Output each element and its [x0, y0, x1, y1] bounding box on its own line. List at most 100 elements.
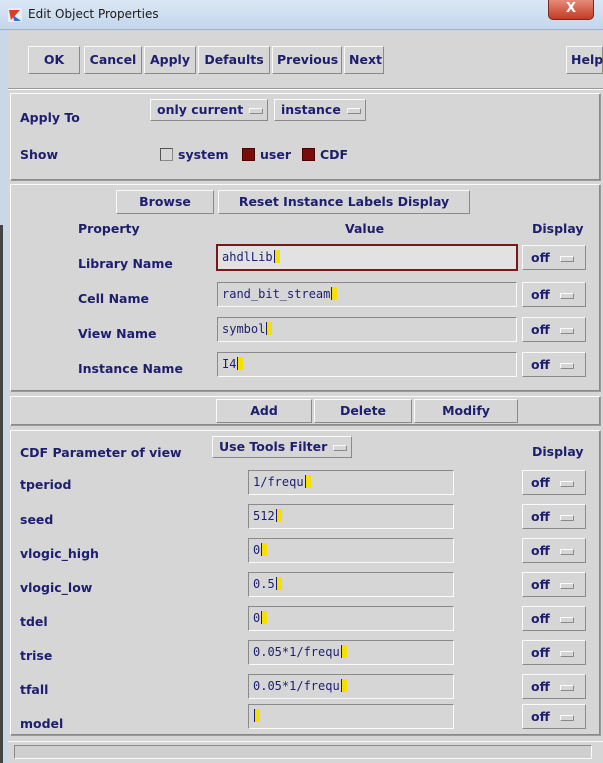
param-field-tperiod[interactable]: 1/frequ	[248, 470, 454, 495]
text-cursor	[254, 709, 260, 722]
text-cursor	[304, 475, 311, 488]
cell-name-label: Cell Name	[78, 291, 149, 306]
dropdown-indicator-icon	[559, 650, 574, 657]
scrollbar-track[interactable]	[14, 745, 592, 759]
param-value: 0.05*1/frequ	[253, 645, 340, 659]
param-value: 512	[253, 509, 275, 523]
dropdown-indicator-icon	[559, 292, 574, 299]
dropdown-indicator-icon	[559, 480, 574, 487]
show-user-label: user	[260, 147, 291, 162]
reset-instance-labels-button[interactable]: Reset Instance Labels Display	[218, 190, 470, 214]
modify-button[interactable]: Modify	[414, 399, 518, 423]
dropdown-indicator-icon	[559, 255, 574, 262]
view-name-label: View Name	[78, 326, 157, 341]
param-label-trise: trise	[20, 648, 53, 663]
next-button[interactable]: Next	[344, 46, 384, 74]
help-button[interactable]: Help	[566, 46, 603, 74]
view-name-display-toggle[interactable]: off	[522, 317, 586, 342]
show-system-checkbox[interactable]	[160, 148, 173, 161]
param-field-seed[interactable]: 512	[248, 504, 454, 529]
dropdown-indicator-icon	[559, 714, 574, 721]
apply-to-label: Apply To	[20, 110, 80, 125]
delete-button[interactable]: Delete	[314, 399, 412, 423]
cancel-button[interactable]: Cancel	[84, 46, 142, 74]
param-display-toggle-trise[interactable]: off	[522, 640, 586, 665]
text-cursor	[266, 322, 273, 335]
param-field-tdel[interactable]: 0	[248, 606, 454, 631]
show-cdf-checkbox[interactable]	[302, 148, 315, 161]
param-display-toggle-model[interactable]: off	[522, 704, 586, 729]
display-value: off	[531, 322, 550, 337]
show-user-checkbox[interactable]	[242, 148, 255, 161]
param-label-model: model	[20, 716, 64, 731]
param-display-toggle-tdel[interactable]: off	[522, 606, 586, 631]
frame-shadow	[0, 225, 3, 763]
tools-filter-value: Use Tools Filter	[219, 439, 328, 454]
instance-name-field[interactable]: I4	[217, 352, 517, 377]
cell-name-display-toggle[interactable]: off	[522, 282, 586, 307]
tools-filter-dropdown[interactable]: Use Tools Filter	[212, 436, 352, 458]
display-value: off	[531, 543, 550, 558]
library-name-field[interactable]: ahdlLib	[216, 244, 518, 271]
dropdown-indicator-icon	[559, 684, 574, 691]
dropdown-indicator-icon	[333, 444, 348, 451]
instance-name-display-toggle[interactable]: off	[522, 352, 586, 377]
apply-object-dropdown[interactable]: instance	[274, 99, 366, 121]
dropdown-indicator-icon	[346, 107, 361, 114]
previous-button[interactable]: Previous	[272, 46, 342, 74]
apply-scope-value: only current	[157, 102, 244, 117]
apply-scope-dropdown[interactable]: only current	[150, 99, 268, 121]
ok-button[interactable]: OK	[28, 46, 80, 74]
display-value: off	[531, 645, 550, 660]
apply-button[interactable]: Apply	[144, 46, 196, 74]
param-label-tdel: tdel	[20, 614, 48, 629]
cell-name-value: rand_bit_stream	[222, 287, 331, 301]
dropdown-indicator-icon	[559, 582, 574, 589]
view-name-field[interactable]: symbol	[217, 317, 517, 342]
param-display-toggle-tfall[interactable]: off	[522, 674, 586, 699]
param-display-toggle-vlogic-low[interactable]: off	[522, 572, 586, 597]
param-field-vlogic-low[interactable]: 0.5	[248, 572, 454, 597]
instance-name-label: Instance Name	[78, 361, 183, 376]
param-display-toggle-tperiod[interactable]: off	[522, 470, 586, 495]
window-title: Edit Object Properties	[28, 7, 159, 21]
display-value: off	[531, 357, 550, 372]
display-column-header: Display	[532, 221, 584, 236]
param-field-tfall[interactable]: 0.05*1/frequ	[248, 674, 454, 699]
param-value: 0	[253, 611, 261, 625]
show-label: Show	[20, 147, 59, 162]
param-label-vlogic-high: vlogic_high	[20, 546, 99, 561]
param-field-trise[interactable]: 0.05*1/frequ	[248, 640, 454, 665]
add-button[interactable]: Add	[216, 399, 312, 423]
display-value: off	[531, 250, 550, 265]
param-field-vlogic-high[interactable]: 0	[248, 538, 454, 563]
text-cursor	[340, 679, 347, 692]
text-cursor	[273, 250, 280, 263]
show-system-label: system	[178, 147, 229, 162]
param-field-model[interactable]	[248, 704, 454, 729]
browse-button[interactable]: Browse	[116, 190, 214, 214]
text-cursor	[275, 577, 282, 590]
param-label-tperiod: tperiod	[20, 477, 72, 492]
param-label-vlogic-low: vlogic_low	[20, 580, 93, 595]
library-name-value: ahdlLib	[222, 250, 273, 264]
dropdown-indicator-icon	[559, 616, 574, 623]
close-button[interactable]: X	[548, 0, 594, 20]
display-value: off	[531, 509, 550, 524]
cell-name-field[interactable]: rand_bit_stream	[217, 282, 517, 307]
text-cursor	[261, 543, 268, 556]
cdf-parameter-header: CDF Parameter of view	[20, 445, 182, 460]
param-display-toggle-seed[interactable]: off	[522, 504, 586, 529]
param-value: 1/frequ	[253, 475, 304, 489]
view-name-value: symbol	[222, 322, 266, 336]
display-value: off	[531, 709, 550, 724]
text-cursor	[275, 509, 282, 522]
defaults-button[interactable]: Defaults	[198, 46, 270, 74]
display-value: off	[531, 287, 550, 302]
dropdown-indicator-icon	[249, 107, 264, 114]
library-name-display-toggle[interactable]: off	[522, 245, 586, 270]
param-display-toggle-vlogic-high[interactable]: off	[522, 538, 586, 563]
dropdown-indicator-icon	[559, 362, 574, 369]
param-label-seed: seed	[20, 512, 54, 527]
text-cursor	[340, 645, 347, 658]
